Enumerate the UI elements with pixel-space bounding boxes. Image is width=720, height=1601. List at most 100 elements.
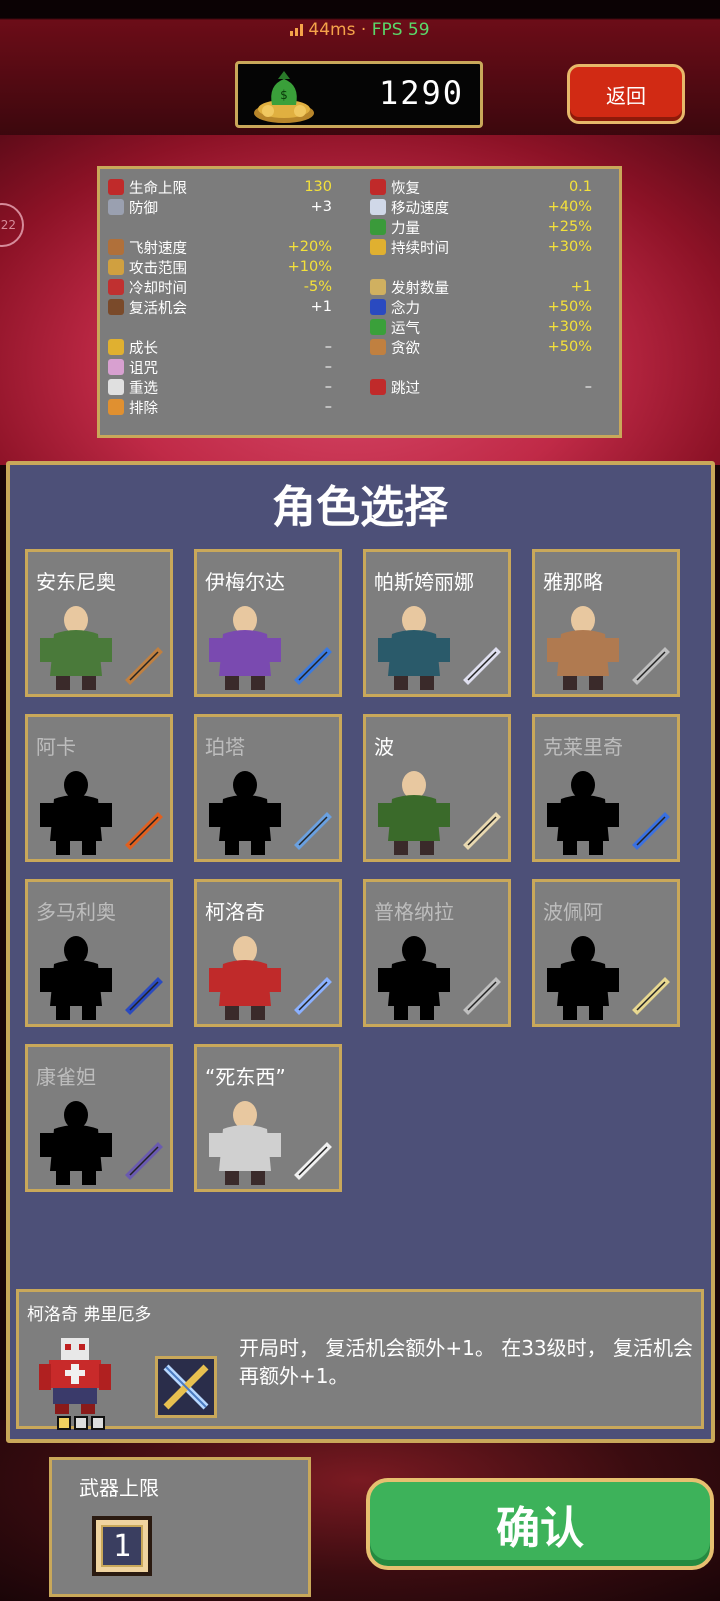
stat-value: +10%: [287, 259, 332, 275]
character-portrait: [209, 606, 281, 690]
crown-icon: [108, 339, 124, 355]
whip-icon: [125, 647, 163, 685]
stat-label: 发射数量: [391, 280, 449, 297]
dice-icon: [108, 379, 124, 395]
stat-row: 移动速度 +40%: [370, 197, 592, 217]
stat-label: 成长: [129, 340, 158, 357]
stat-row: 发射数量 +1: [370, 277, 592, 297]
character-portrait: [547, 771, 619, 855]
stats-panel: 生命上限 130 防御 +3 飞射速度 +20% 攻击范围 +10% 冷却时间 -5% 复活机会 +1…: [97, 166, 622, 438]
stat-label: 重选: [129, 380, 158, 397]
character-name: 雅那略: [543, 570, 603, 594]
character-name: 珀塔: [205, 735, 245, 759]
stat-value: +3: [310, 199, 332, 215]
character-portrait: [209, 771, 281, 855]
heart-plus-icon: [370, 179, 386, 195]
character-name: 伊梅尔达: [205, 570, 285, 594]
stat-value: +1: [310, 299, 332, 315]
character-name: 帕斯姱丽娜: [374, 570, 474, 594]
selected-character-detail: 柯洛奇 弗里厄多 开局时， 复活机会额外+1。 在33级时， 复活机会再额外+1…: [16, 1289, 704, 1430]
stat-row: 成长 –: [108, 337, 332, 357]
selected-character-name: 柯洛奇 弗里厄多: [27, 1305, 152, 1325]
character-card[interactable]: 阿卡: [25, 714, 173, 862]
stat-value: +50%: [547, 299, 592, 315]
stat-label: 攻击范围: [129, 260, 187, 277]
character-card[interactable]: 伊梅尔达: [194, 549, 342, 697]
stat-value: 0.1: [568, 179, 592, 195]
character-name: 波: [374, 735, 394, 759]
character-portrait: [209, 936, 281, 1020]
back-button[interactable]: 返回: [567, 64, 685, 124]
stat-row: 诅咒 –: [108, 357, 332, 377]
character-name: “死东西”: [205, 1065, 286, 1089]
character-card[interactable]: 波: [363, 714, 511, 862]
stat-row: 念力 +50%: [370, 297, 592, 317]
character-card[interactable]: 安东尼奥: [25, 549, 173, 697]
stat-label: 冷却时间: [129, 280, 187, 297]
character-card[interactable]: “死东西”: [194, 1044, 342, 1192]
hat-icon: [125, 1142, 163, 1180]
attractorb-icon: [370, 299, 386, 315]
selected-character-description: 开局时， 复活机会额外+1。 在33级时， 复活机会再额外+1。: [239, 1336, 694, 1388]
character-name: 克莱里奇: [543, 735, 623, 759]
character-card[interactable]: 克莱里奇: [532, 714, 680, 862]
selected-character-portrait: [39, 1338, 111, 1414]
stone-mask-icon: [370, 339, 386, 355]
character-portrait: [378, 771, 450, 855]
character-name: 多马利奥: [36, 900, 116, 924]
ping-text: 44ms: [308, 20, 356, 40]
clover-icon: [370, 319, 386, 335]
character-name: 康雀妲: [36, 1065, 96, 1089]
stat-label: 移动速度: [391, 200, 449, 217]
stat-row: 飞射速度 +20%: [108, 237, 332, 257]
stat-label: 诅咒: [129, 360, 158, 377]
stat-label: 念力: [391, 300, 420, 317]
character-portrait: [40, 1101, 112, 1185]
character-card[interactable]: 普格纳拉: [363, 879, 511, 1027]
character-name: 安东尼奥: [36, 570, 116, 594]
character-portrait: [547, 606, 619, 690]
character-card[interactable]: 珀塔: [194, 714, 342, 862]
stat-row: 贪欲 +50%: [370, 337, 592, 357]
stat-label: 恢复: [391, 180, 420, 197]
spellbinder-icon: [370, 239, 386, 255]
character-portrait: [378, 936, 450, 1020]
stat-row: 攻击范围 +10%: [108, 257, 332, 277]
potion-icon: [632, 812, 670, 850]
character-card[interactable]: 康雀妲: [25, 1044, 173, 1192]
stat-row: 力量 +25%: [370, 217, 592, 237]
stat-label: 力量: [391, 220, 420, 237]
weapon-limit-label: 武器上限: [79, 1476, 159, 1500]
panel-title: 角色选择: [272, 482, 448, 533]
character-portrait: [40, 936, 112, 1020]
character-card[interactable]: 波佩阿: [532, 879, 680, 1027]
confirm-button[interactable]: 确认: [366, 1478, 714, 1570]
stat-row: 生命上限 130: [108, 177, 332, 197]
stat-row: 复活机会 +1: [108, 297, 332, 317]
stat-row: 冷却时间 -5%: [108, 277, 332, 297]
character-name: 阿卡: [36, 735, 76, 759]
stat-value: –: [584, 379, 592, 395]
stat-row: 持续时间 +30%: [370, 237, 592, 257]
character-card[interactable]: 多马利奥: [25, 879, 173, 1027]
character-portrait: [40, 771, 112, 855]
stat-value: -5%: [303, 279, 332, 295]
character-name: 波佩阿: [543, 900, 603, 924]
stat-value: –: [324, 379, 332, 395]
stat-value: +1: [570, 279, 592, 295]
bible-icon: [125, 977, 163, 1015]
axe-icon: [125, 812, 163, 850]
character-card[interactable]: 柯洛奇: [194, 879, 342, 1027]
lightning-icon: [294, 812, 332, 850]
stat-row: 恢复 0.1: [370, 177, 592, 197]
scroll-icon: [632, 977, 670, 1015]
gold-amount: 1290: [378, 74, 464, 112]
character-portrait: [209, 1101, 281, 1185]
skull-icon: [108, 359, 124, 375]
starting-weapon-slot: [155, 1356, 217, 1418]
gold-counter: $ 1290: [235, 61, 483, 128]
character-card[interactable]: 帕斯姱丽娜: [363, 549, 511, 697]
stat-label: 飞射速度: [129, 240, 187, 257]
character-card[interactable]: 雅那略: [532, 549, 680, 697]
stat-row: 排除 –: [108, 397, 332, 417]
